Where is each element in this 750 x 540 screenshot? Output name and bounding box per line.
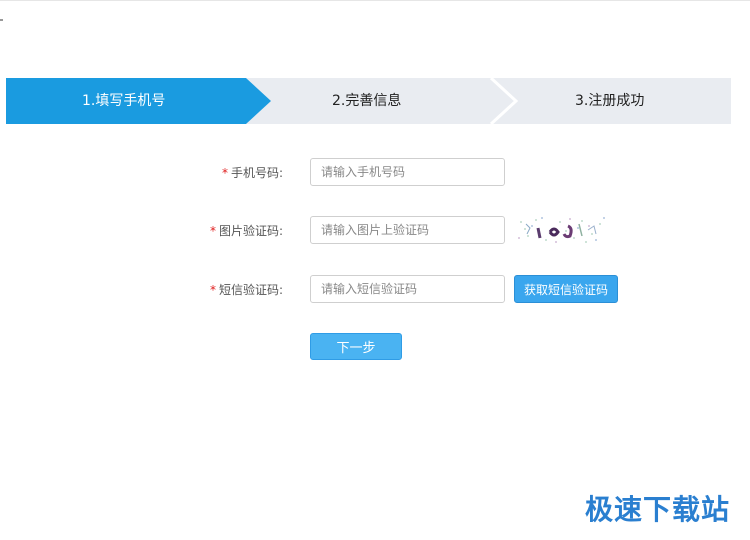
step-3-label: 3.注册成功 — [575, 93, 645, 109]
step-2-label: 2.完善信息 — [332, 93, 402, 109]
phone-label-text: 手机号码: — [230, 166, 283, 180]
corner-mark — [0, 19, 3, 21]
get-sms-code-button[interactable]: 获取短信验证码 — [514, 275, 618, 303]
required-mark: * — [209, 283, 216, 297]
required-mark: * — [221, 166, 228, 180]
sms-code-row: *短信验证码: 获取短信验证码 — [0, 275, 750, 305]
sms-code-label: * 短信验证码: — [210, 275, 283, 305]
required-mark: * — [209, 224, 216, 238]
phone-input[interactable] — [310, 158, 505, 186]
registration-page: 1.填写手机号 2.完善信息 3.注册成功 *手机号码: *图片验证码: — [0, 0, 750, 540]
next-step-button[interactable]: 下一步 — [310, 333, 402, 360]
phone-label: * 手机号码: — [222, 158, 283, 188]
image-code-label-text: 图片验证码: — [218, 224, 283, 238]
phone-row: * 手机号码: — [0, 158, 750, 188]
image-code-input[interactable] — [310, 216, 505, 244]
sms-code-input[interactable] — [310, 275, 505, 303]
image-code-label: * 图片验证码: — [210, 216, 283, 246]
site-watermark: 极速下载站 — [584, 493, 730, 526]
image-code-row: * 图片验证码: — [0, 216, 750, 246]
registration-stepper: 1.填写手机号 2.完善信息 3.注册成功 — [6, 78, 731, 124]
captcha-image[interactable] — [516, 216, 606, 244]
sms-code-label-text: 短信验证码: — [218, 283, 283, 297]
step-1-label: 1.填写手机号 — [82, 93, 166, 109]
